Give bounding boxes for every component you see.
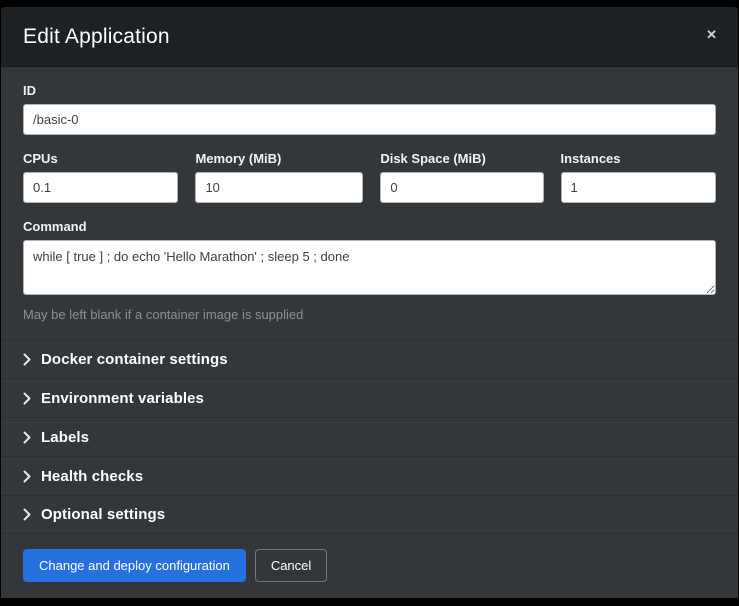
memory-input[interactable]: [195, 172, 363, 203]
section-label: Labels: [41, 429, 89, 446]
cpus-field-group: CPUs: [23, 151, 178, 203]
command-field-group: Command while [ true ] ; do echo 'Hello …: [23, 219, 716, 322]
chevron-right-icon: [23, 392, 37, 405]
disk-label: Disk Space (MiB): [380, 151, 543, 166]
chevron-right-icon: [23, 353, 37, 366]
modal-header: Edit Application ✕: [1, 7, 738, 67]
id-field-group: ID: [23, 83, 716, 135]
command-help-text: May be left blank if a container image i…: [23, 307, 716, 322]
instances-field-group: Instances: [561, 151, 716, 203]
resources-row: CPUs Memory (MiB) Disk Space (MiB) Insta…: [23, 151, 716, 203]
chevron-right-icon: [23, 431, 37, 444]
id-label: ID: [23, 83, 716, 98]
section-label: Environment variables: [41, 390, 204, 407]
memory-field-group: Memory (MiB): [195, 151, 363, 203]
command-label: Command: [23, 219, 716, 234]
section-optional-settings[interactable]: Optional settings: [1, 495, 738, 534]
modal-footer: Change and deploy configuration Cancel: [1, 535, 738, 598]
section-health-checks[interactable]: Health checks: [1, 456, 738, 495]
id-input[interactable]: [23, 104, 716, 135]
chevron-right-icon: [23, 470, 37, 483]
chevron-right-icon: [23, 508, 37, 521]
modal-title: Edit Application: [23, 25, 716, 49]
disk-input[interactable]: [380, 172, 543, 203]
cpus-label: CPUs: [23, 151, 178, 166]
change-and-deploy-button[interactable]: Change and deploy configuration: [23, 549, 246, 582]
section-docker-container-settings[interactable]: Docker container settings: [1, 339, 738, 378]
section-labels[interactable]: Labels: [1, 417, 738, 456]
disk-field-group: Disk Space (MiB): [380, 151, 543, 203]
command-textarea[interactable]: while [ true ] ; do echo 'Hello Marathon…: [23, 240, 716, 295]
instances-input[interactable]: [561, 172, 716, 203]
cpus-input[interactable]: [23, 172, 178, 203]
collapsible-sections: Docker container settings Environment va…: [1, 339, 738, 534]
cancel-button[interactable]: Cancel: [255, 549, 327, 582]
application-form: ID CPUs Memory (MiB) Disk Space (MiB): [1, 83, 738, 322]
section-label: Health checks: [41, 468, 143, 485]
close-icon[interactable]: ✕: [700, 24, 723, 45]
section-label: Docker container settings: [41, 351, 228, 368]
instances-label: Instances: [561, 151, 716, 166]
section-label: Optional settings: [41, 506, 165, 523]
section-environment-variables[interactable]: Environment variables: [1, 378, 738, 417]
modal-body: ID CPUs Memory (MiB) Disk Space (MiB): [1, 67, 738, 535]
memory-label: Memory (MiB): [195, 151, 363, 166]
edit-application-modal: Edit Application ✕ ID CPUs Memory (MiB): [1, 7, 738, 598]
